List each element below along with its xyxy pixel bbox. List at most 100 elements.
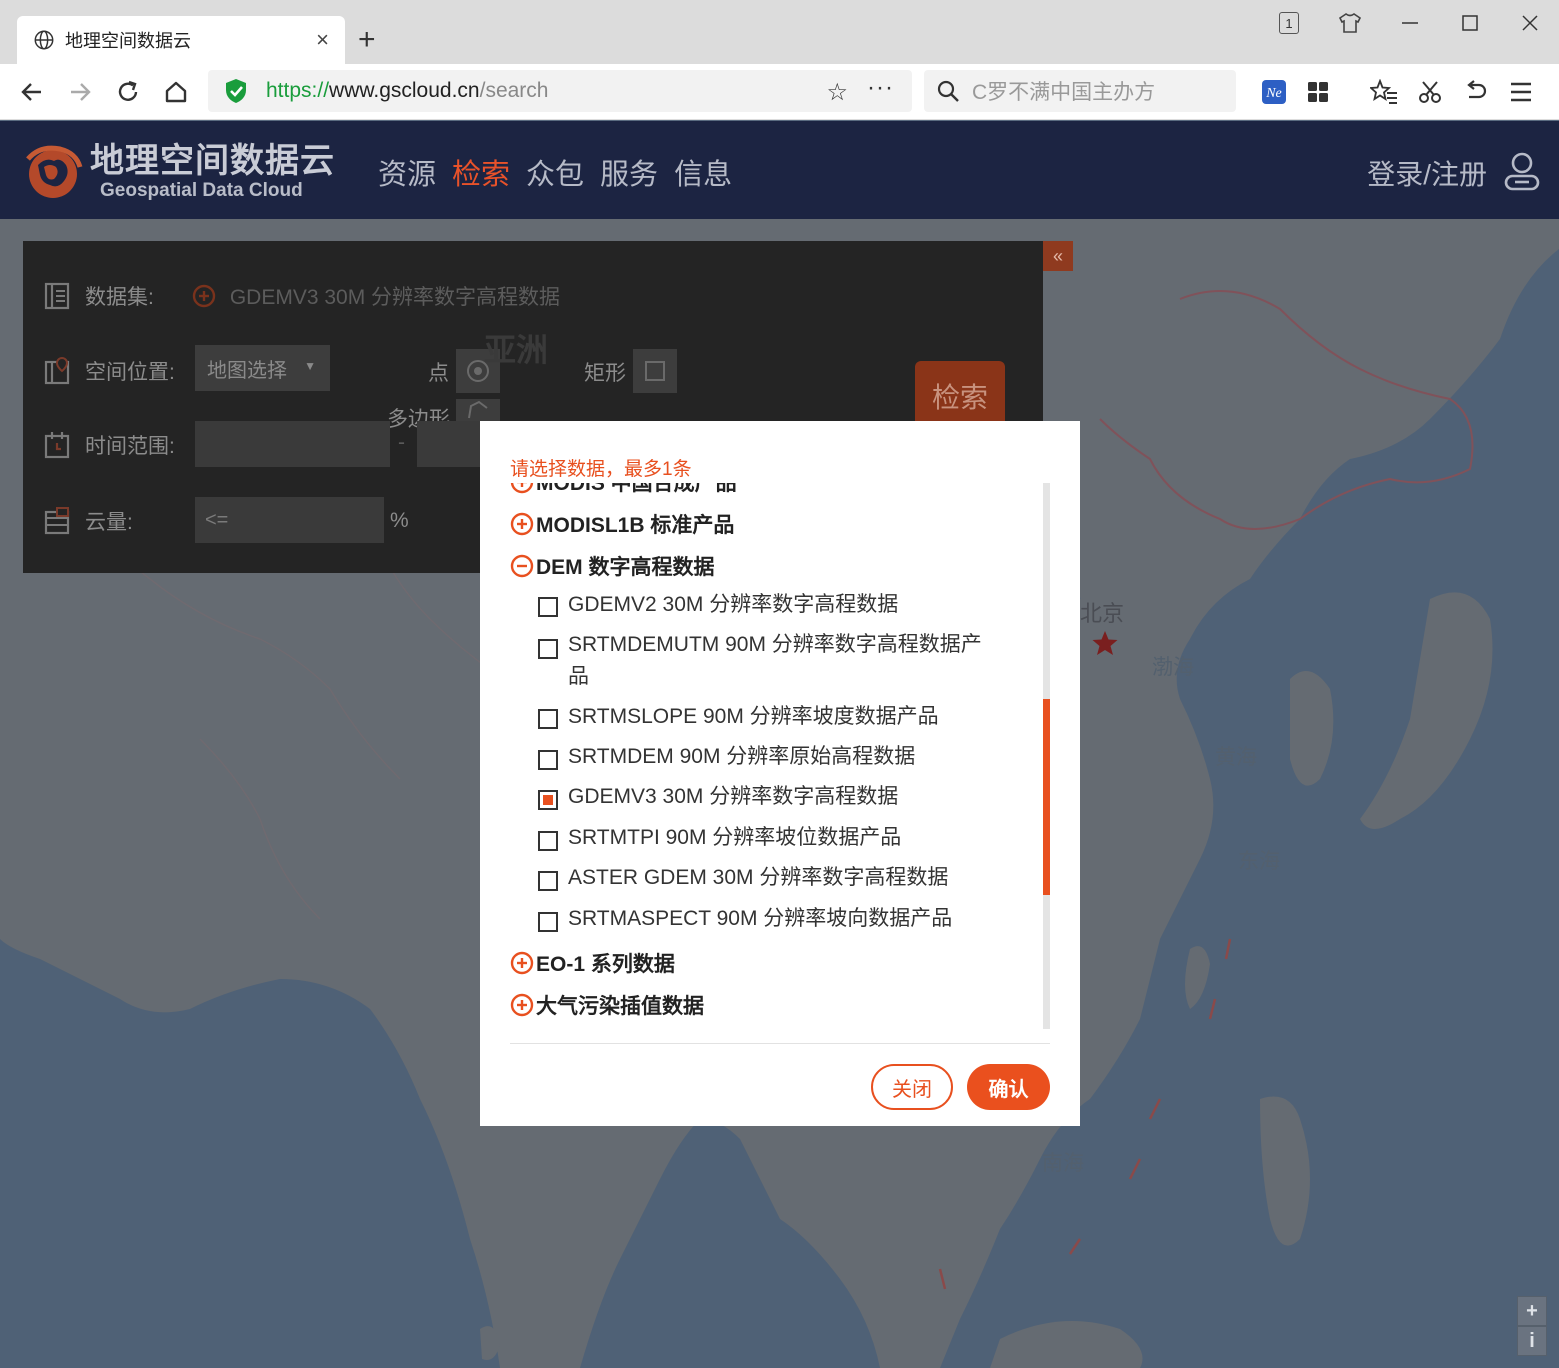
cloud-label: 云量: [85,511,133,534]
nav-search[interactable]: 检索 [452,151,510,193]
apps-grid-icon[interactable] [1302,76,1334,108]
site-logo[interactable]: 地理空间数据云 Geospatial Data Cloud [20,139,335,205]
modal-divider [510,1043,1050,1044]
group-air-pollution[interactable]: 大气污染插值数据 [510,990,704,1020]
group-label: 大气污染插值数据 [536,995,704,1018]
option-checkbox[interactable] [538,871,558,891]
nav-info[interactable]: 信息 [674,151,732,193]
rect-label: 矩形 [584,362,626,385]
address-bar[interactable]: https://www.gscloud.cn/search ☆ ··· [208,70,912,112]
option-checkbox[interactable] [538,709,558,729]
collapse-icon [510,554,534,578]
group-modis-china[interactable]: MODIS 中国合成产品 [510,483,737,497]
url-more-icon[interactable]: ··· [867,74,894,102]
map-label-beijing: 北京 [1080,601,1125,626]
url-scheme: https:// [266,79,330,102]
map-label-asia: 亚洲 [484,332,549,368]
option-checkbox-checked[interactable] [538,790,558,810]
dataset-option[interactable]: SRTMDEM 90M 分辨率原始高程数据 [538,741,1008,773]
rect-tool-button[interactable] [633,349,677,393]
favorites-icon[interactable] [1368,76,1400,108]
group-modisl1b[interactable]: MODISL1B 标准产品 [510,509,734,539]
add-dataset-icon[interactable] [192,284,216,308]
time-label: 时间范围: [85,435,175,458]
url-host: www.gscloud.cn [329,79,480,102]
rectangle-icon [645,361,665,381]
back-icon[interactable] [14,74,50,110]
dataset-label: 数据集: [85,286,154,309]
dataset-option[interactable]: SRTMDEMUTM 90M 分辨率数字高程数据产品 [538,629,1002,693]
option-checkbox[interactable] [538,831,558,851]
tab-title: 地理空间数据云 [65,31,191,51]
option-checkbox[interactable] [538,597,558,617]
menu-icon[interactable] [1505,76,1537,108]
nav-services[interactable]: 服务 [600,151,658,193]
dataset-tree[interactable]: MODIS 中国合成产品 MODISL1B 标准产品 DEM 数字高程数据 GD… [510,483,1040,1029]
expand-icon [510,512,534,536]
undo-icon[interactable] [1460,76,1492,108]
map-label-donghai: 东海 [1238,850,1280,873]
map-label-huanghai: 黄海 [1215,746,1257,769]
minimize-icon[interactable] [1395,8,1425,38]
tab-close-icon[interactable]: × [316,27,329,53]
end-date-input[interactable] [417,421,480,467]
extension-ne-icon[interactable]: Ne [1258,76,1290,108]
browser-search-input[interactable]: C罗不满中国主办方 [924,70,1236,112]
home-icon[interactable] [158,74,194,110]
option-label: ASTER GDEM 30M 分辨率数字高程数据 [568,866,949,889]
dataset-option-selected[interactable]: GDEMV3 30M 分辨率数字高程数据 [538,781,1008,813]
start-date-input[interactable] [195,421,390,467]
close-button[interactable]: 关闭 [871,1064,953,1110]
maximize-icon[interactable] [1455,8,1485,38]
caret-down-icon: ▼ [304,359,316,373]
tab-counter-button[interactable]: 1 [1274,8,1304,38]
map-info-button[interactable]: i [1517,1326,1547,1356]
dataset-icon [44,282,70,310]
dataset-option[interactable]: SRTMASPECT 90M 分辨率坡向数据产品 [538,903,1008,935]
point-label: 点 [428,362,449,385]
group-label: MODIS 中国合成产品 [536,483,737,495]
collapse-panel-button[interactable]: « [1043,241,1073,271]
scissors-icon[interactable] [1414,76,1446,108]
location-select[interactable]: 地图选择 ▼ [195,345,330,391]
tree-scrollbar[interactable] [1043,483,1050,1029]
group-label: DEM 数字高程数据 [536,556,715,579]
nav-resources[interactable]: 资源 [378,151,436,193]
map-controls: + i [1517,1296,1547,1356]
dataset-option[interactable]: SRTMSLOPE 90M 分辨率坡度数据产品 [538,701,1008,733]
bookmark-star-icon[interactable]: ☆ [826,78,848,107]
group-eo1[interactable]: EO-1 系列数据 [510,948,675,978]
group-label: EO-1 系列数据 [536,953,675,976]
option-label: GDEMV3 30M 分辨率数字高程数据 [568,785,899,808]
confirm-button[interactable]: 确认 [967,1064,1050,1110]
user-icon[interactable] [1503,151,1541,191]
new-tab-button[interactable]: + [358,22,376,58]
group-dem[interactable]: DEM 数字高程数据 [510,551,715,581]
browser-tab[interactable]: 地理空间数据云 × [17,16,345,64]
cloud-row: 云量: [43,506,133,536]
scrollbar-thumb[interactable] [1043,699,1050,895]
forward-icon[interactable] [62,74,98,110]
login-register-link[interactable]: 登录/注册 [1367,153,1487,193]
nav-crowdsource[interactable]: 众包 [526,151,584,193]
zoom-in-button[interactable]: + [1517,1296,1547,1326]
dataset-option[interactable]: ASTER GDEM 30M 分辨率数字高程数据 [538,862,1008,894]
expand-icon [510,483,534,494]
cloud-icon [44,507,70,535]
option-label: SRTMDEMUTM 90M 分辨率数字高程数据产品 [568,633,982,688]
svg-text:Ne: Ne [1265,86,1282,101]
window-close-icon[interactable] [1515,8,1545,38]
option-checkbox[interactable] [538,750,558,770]
dataset-value: GDEMV3 30M 分辨率数字高程数据 [229,286,561,309]
option-checkbox[interactable] [538,639,558,659]
dataset-option[interactable]: SRTMTPI 90M 分辨率坡位数据产品 [538,822,1008,854]
cloud-input[interactable]: <= [195,497,384,543]
option-checkbox[interactable] [538,912,558,932]
option-label: SRTMTPI 90M 分辨率坡位数据产品 [568,826,902,849]
cloud-unit: % [390,509,409,532]
dataset-option[interactable]: GDEMV2 30M 分辨率数字高程数据 [538,589,1008,621]
reload-icon[interactable] [110,74,146,110]
dataset-row: 数据集: GDEMV3 30M 分辨率数字高程数据 [43,281,560,311]
polygon-tool-button[interactable] [456,399,500,421]
skin-icon[interactable] [1335,8,1365,38]
